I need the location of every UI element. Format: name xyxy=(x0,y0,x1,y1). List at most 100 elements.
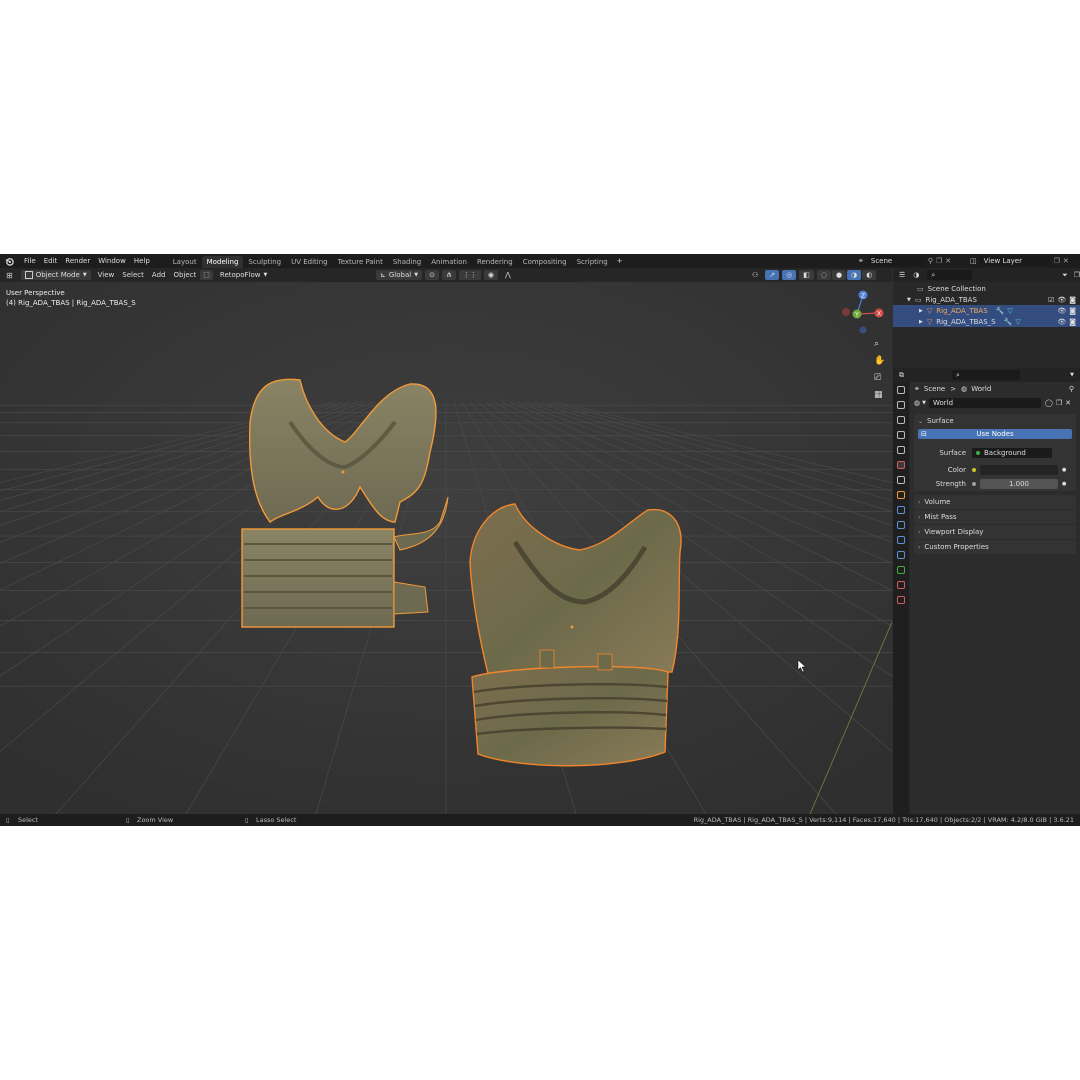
viewport-menu-select[interactable]: Select xyxy=(118,268,148,282)
pin-icon[interactable]: ⚲ xyxy=(928,257,933,265)
properties-tab-object-icon[interactable] xyxy=(897,491,905,499)
properties-tab-render-icon[interactable] xyxy=(897,401,905,409)
outliner-row-scene-collection[interactable]: ▭ Scene Collection xyxy=(893,283,1080,294)
tab-uv-editing[interactable]: UV Editing xyxy=(286,256,333,268)
shading-rendered[interactable]: ◐ xyxy=(862,270,877,280)
scene-selector[interactable]: Scene xyxy=(866,256,925,266)
color-swatch[interactable] xyxy=(980,465,1058,475)
tab-modeling[interactable]: Modeling xyxy=(201,255,244,268)
properties-editor-icon[interactable]: ⧉ xyxy=(899,371,904,380)
xray-toggle[interactable]: ◧ xyxy=(799,270,814,280)
chevron-down-icon[interactable]: ▼ xyxy=(907,297,911,303)
delete-scene-icon[interactable]: ✕ xyxy=(945,257,951,265)
gizmo-neg-z-icon[interactable] xyxy=(859,326,867,334)
proportional-edit-toggle[interactable]: ◉ xyxy=(483,270,498,280)
properties-tab-particles-icon[interactable] xyxy=(897,521,905,529)
outliner-row-object[interactable]: ▶ ▽ Rig_ADA_TBAS 🔧 ▽ 👁 ◙ xyxy=(893,305,1080,316)
select-mode-toggle[interactable]: ⬚ xyxy=(200,270,213,280)
properties-tab-data-icon[interactable] xyxy=(897,566,905,574)
eye-icon[interactable]: 👁 xyxy=(1057,307,1066,315)
ortho-grid-icon[interactable]: ▦ xyxy=(874,390,883,400)
chevron-right-icon[interactable]: ▶ xyxy=(919,319,923,325)
properties-tab-texture-icon[interactable] xyxy=(897,596,905,604)
editor-type-icon[interactable]: ⊞ xyxy=(6,271,13,280)
fake-user-icon[interactable]: ◯ xyxy=(1045,399,1053,407)
camera-render-icon[interactable]: ◙ xyxy=(1069,318,1076,326)
surface-shader-field[interactable]: Background xyxy=(972,448,1052,458)
outliner-row-object[interactable]: ▶ ▽ Rig_ADA_TBAS_S 🔧 ▽ 👁 ◙ xyxy=(893,316,1080,327)
visibility-button[interactable]: ⚇ xyxy=(748,270,762,280)
properties-tab-material-icon[interactable] xyxy=(897,581,905,589)
mode-selector[interactable]: Object Mode ▼ xyxy=(20,270,91,280)
outliner-row-collection[interactable]: ▼ ▭ Rig_ADA_TBAS ☑ 👁 ◙ xyxy=(893,294,1080,305)
section-custom-properties[interactable]: › Custom Properties xyxy=(914,540,1076,554)
surface-panel-header[interactable]: ⌄ Surface xyxy=(914,414,1076,428)
3d-viewport[interactable]: Z X Y ⌕ ✋ ⎚ ▦ User Perspective (4) Rig_A… xyxy=(0,282,892,814)
properties-tab-physics-icon[interactable] xyxy=(897,536,905,544)
properties-tab-world-icon[interactable] xyxy=(897,461,905,469)
viewport-menu-add[interactable]: Add xyxy=(148,268,170,282)
menu-help[interactable]: Help xyxy=(130,254,154,268)
new-collection-icon[interactable]: ❐ xyxy=(1074,271,1080,279)
shading-solid[interactable]: ● xyxy=(832,270,847,280)
checkbox-icon[interactable]: ☑ xyxy=(1048,296,1054,304)
new-view-layer-icon[interactable]: ❐ xyxy=(1054,257,1060,265)
transform-orientation[interactable]: ⊾ Global ▼ xyxy=(376,270,423,280)
properties-tab-modifier-icon[interactable] xyxy=(897,506,905,514)
scene-icon[interactable]: ⚭ xyxy=(858,257,864,265)
viewport-canvas[interactable]: Z X Y ⌕ ✋ ⎚ ▦ xyxy=(0,282,892,814)
delete-view-layer-icon[interactable]: ✕ xyxy=(1063,257,1069,265)
tab-sculpting[interactable]: Sculpting xyxy=(243,256,286,268)
camera-icon[interactable]: ⎚ xyxy=(874,373,882,383)
new-scene-icon[interactable]: ❐ xyxy=(936,257,942,265)
falloff-button[interactable]: ⋀ xyxy=(501,270,515,280)
camera-render-icon[interactable]: ◙ xyxy=(1069,307,1076,315)
tab-texture-paint[interactable]: Texture Paint xyxy=(333,256,388,268)
section-viewport-display[interactable]: › Viewport Display xyxy=(914,525,1076,539)
chevron-down-icon[interactable]: ▼ xyxy=(1070,372,1074,378)
shading-material[interactable]: ◑ xyxy=(847,270,862,280)
eye-icon[interactable]: 👁 xyxy=(1057,318,1066,326)
properties-tab-output-icon[interactable] xyxy=(897,416,905,424)
addon-menu[interactable]: RetopoFlow ▼ xyxy=(216,270,271,280)
duplicate-icon[interactable]: ❐ xyxy=(1056,399,1062,407)
tab-compositing[interactable]: Compositing xyxy=(518,256,572,268)
tab-shading[interactable]: Shading xyxy=(388,256,426,268)
gizmo-neg-x-icon[interactable] xyxy=(842,308,850,316)
filter-icon[interactable]: ⏷ xyxy=(1062,271,1068,280)
snap-target-button[interactable]: ⋮⋮ xyxy=(458,270,481,280)
world-icon[interactable]: ◍ xyxy=(914,399,920,407)
section-volume[interactable]: › Volume xyxy=(914,495,1076,509)
chevron-right-icon[interactable]: ▶ xyxy=(919,308,923,314)
snap-toggle[interactable]: ⋔ xyxy=(441,270,456,280)
view-layer-icon[interactable]: ◫ xyxy=(970,257,977,265)
gizmo-toggle[interactable]: ↗ xyxy=(765,270,780,280)
overlay-toggle[interactable]: ◎ xyxy=(782,270,797,280)
tab-scripting[interactable]: Scripting xyxy=(572,256,613,268)
properties-tab-view-layer-icon[interactable] xyxy=(897,431,905,439)
add-workspace-button[interactable]: + xyxy=(613,254,627,268)
strength-field[interactable]: 1.000 xyxy=(980,479,1058,489)
viewport-menu-view[interactable]: View xyxy=(94,268,119,282)
outliner-editor-icon[interactable]: ☰ xyxy=(899,271,905,279)
properties-tab-collection-icon[interactable] xyxy=(897,476,905,484)
pivot-point-button[interactable]: ⊙ xyxy=(425,270,439,280)
chevron-down-icon[interactable]: ▼ xyxy=(922,400,926,406)
unlink-icon[interactable]: ✕ xyxy=(1065,399,1071,407)
tab-layout[interactable]: Layout xyxy=(168,256,202,268)
menu-edit[interactable]: Edit xyxy=(40,254,62,268)
display-mode-icon[interactable]: ◑ xyxy=(913,271,919,279)
keyframe-dot-icon[interactable]: ● xyxy=(1062,481,1066,487)
viewport-menu-object[interactable]: Object xyxy=(169,268,200,282)
zoom-icon[interactable]: ⌕ xyxy=(874,339,879,349)
view-layer-selector[interactable]: View Layer xyxy=(979,256,1050,266)
properties-tab-tool-icon[interactable] xyxy=(897,386,905,394)
keyframe-dot-icon[interactable]: ● xyxy=(1062,467,1066,473)
outliner-search-input[interactable]: ⌕ xyxy=(927,270,973,280)
section-mist-pass[interactable]: › Mist Pass xyxy=(914,510,1076,524)
properties-tab-scene-icon[interactable] xyxy=(897,446,905,454)
properties-tab-constraints-icon[interactable] xyxy=(897,551,905,559)
use-nodes-button[interactable]: ⊟ Use Nodes xyxy=(918,429,1072,439)
menu-window[interactable]: Window xyxy=(94,254,130,268)
camera-render-icon[interactable]: ◙ xyxy=(1069,296,1076,304)
